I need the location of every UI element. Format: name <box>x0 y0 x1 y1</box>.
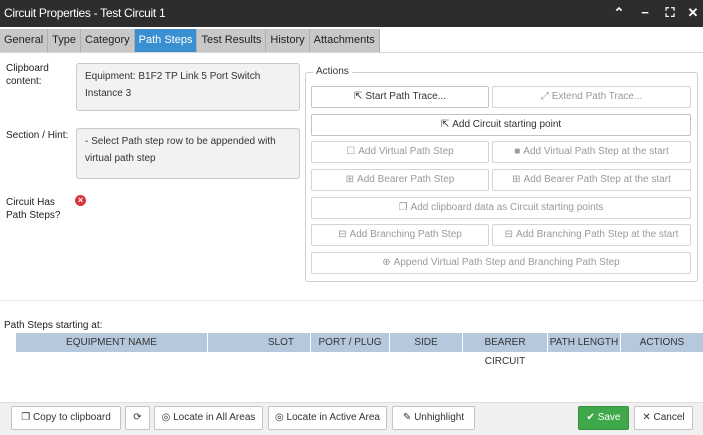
add-bearer-path-step-button[interactable]: ⊞ Add Bearer Path Step <box>311 169 489 191</box>
locate-all-areas-button[interactable]: ◎ Locate in All Areas <box>154 406 263 430</box>
actions-legend: Actions <box>313 66 352 77</box>
error-x-icon: × <box>75 195 86 206</box>
plus-circle-icon: ⊕ <box>382 257 391 268</box>
window-titlebar: Circuit Properties - Test Circuit 1 ⌃ − … <box>0 0 703 27</box>
column-bearer-circuit[interactable]: BEARER CIRCUIT <box>463 333 548 367</box>
path-steps-label: Path Steps starting at: <box>4 320 103 331</box>
tab-general[interactable]: General <box>0 29 49 52</box>
square-filled-icon: ■ <box>514 146 521 157</box>
column-actions[interactable]: ACTIONS <box>621 333 703 352</box>
close-icon: ✕ <box>642 412 651 423</box>
refresh-button[interactable]: ⟳ <box>125 406 150 430</box>
external-link-icon: ⇱ <box>354 91 363 102</box>
maximize-icon[interactable]: ⛶ <box>661 4 679 22</box>
add-virtual-path-step-start-button[interactable]: ■ Add Virtual Path Step at the start <box>492 141 691 163</box>
close-icon[interactable]: ✕ <box>684 4 702 22</box>
window-title: Circuit Properties - Test Circuit 1 <box>4 6 166 20</box>
tab-path-steps[interactable]: Path Steps <box>134 29 198 52</box>
add-virtual-path-step-button[interactable]: ☐ Add Virtual Path Step <box>311 141 489 163</box>
column-path-length[interactable]: PATH LENGTH <box>548 333 621 352</box>
save-button[interactable]: ✔ Save <box>578 406 629 430</box>
eraser-icon: ✎ <box>402 412 412 423</box>
add-clipboard-starting-points-button[interactable]: ❐ Add clipboard data as Circuit starting … <box>311 197 691 219</box>
collapse-icon[interactable]: ⌃ <box>610 4 628 22</box>
tab-attachments[interactable]: Attachments <box>310 29 380 52</box>
tab-type[interactable]: Type <box>48 29 81 52</box>
extend-path-trace-button[interactable]: ⤢ Extend Path Trace... <box>492 86 691 108</box>
expand-arrows-icon: ⤢ <box>540 91 549 102</box>
tab-divider <box>0 52 703 53</box>
unhighlight-button[interactable]: ✎ Unhighlight <box>392 406 475 430</box>
column-side[interactable]: SIDE <box>390 333 463 352</box>
column-equipment-name[interactable]: EQUIPMENT NAME <box>16 333 208 352</box>
plus-square-filled-icon: ⊞ <box>512 174 521 185</box>
refresh-icon: ⟳ <box>133 412 142 423</box>
plus-square-outline-icon: ⊞ <box>345 174 355 185</box>
column-slot[interactable]: SLOT <box>208 333 311 352</box>
add-branching-path-step-button[interactable]: ⊟ Add Branching Path Step <box>311 224 489 246</box>
path-steps-table-header: EQUIPMENT NAME SLOT PORT / PLUG SIDE BEA… <box>16 333 703 367</box>
section-divider <box>0 300 703 301</box>
locate-icon: ◎ <box>275 412 284 423</box>
locate-icon: ◎ <box>161 412 171 423</box>
add-branching-path-step-start-button[interactable]: ⊟ Add Branching Path Step at the start <box>492 224 691 246</box>
cancel-button[interactable]: ✕ Cancel <box>634 406 693 430</box>
clipboard-content: Equipment: B1F2 TP Link 5 Port Switch In… <box>76 63 300 111</box>
check-icon: ✔ <box>586 412 595 423</box>
append-virtual-branching-button[interactable]: ⊕ Append Virtual Path Step and Branching … <box>311 252 691 274</box>
minus-square-filled-icon: ⊟ <box>504 229 514 240</box>
minus-square-outline-icon: ⊟ <box>338 229 347 240</box>
copy-icon: ❐ <box>21 412 31 423</box>
column-port-plug[interactable]: PORT / PLUG <box>311 333 390 352</box>
minimize-icon[interactable]: − <box>636 4 654 22</box>
tab-history[interactable]: History <box>266 29 310 52</box>
tab-bar: General Type Category Path Steps Test Re… <box>0 29 380 52</box>
start-path-trace-button[interactable]: ⇱ Start Path Trace... <box>311 86 489 108</box>
tab-category[interactable]: Category <box>81 29 135 52</box>
tab-test-results[interactable]: Test Results <box>197 29 267 52</box>
paste-icon: ❐ <box>398 202 408 213</box>
add-circuit-starting-point-button[interactable]: ⇱ Add Circuit starting point <box>311 114 691 136</box>
copy-to-clipboard-button[interactable]: ❐ Copy to clipboard <box>11 406 121 430</box>
clipboard-label: Clipboard content: <box>6 63 49 87</box>
hint-content: - Select Path step row to be appended wi… <box>76 128 300 179</box>
has-steps-label: Circuit Has Path Steps? <box>6 197 61 221</box>
add-bearer-path-step-start-button[interactable]: ⊞ Add Bearer Path Step at the start <box>492 169 691 191</box>
hint-label: Section / Hint: <box>6 130 69 141</box>
locate-active-area-button[interactable]: ◎ Locate in Active Area <box>268 406 387 430</box>
square-outline-icon: ☐ <box>346 146 356 157</box>
external-link-icon: ⇱ <box>440 119 450 130</box>
